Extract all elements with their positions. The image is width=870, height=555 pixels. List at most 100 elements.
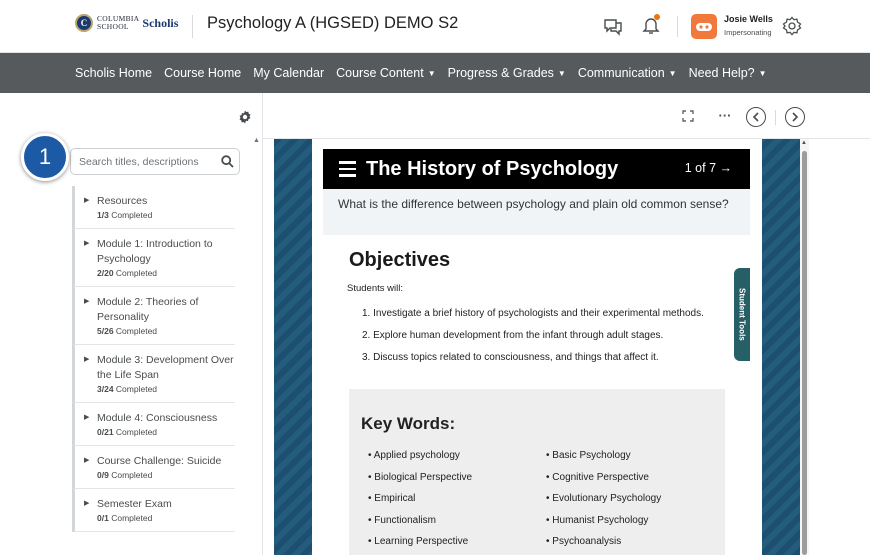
document-viewer: The History of Psychology 1 of 7 → What … [274, 139, 809, 555]
user-name[interactable]: Josie Wells [724, 14, 773, 24]
key-word: • Psychoanalysis [546, 536, 622, 547]
school-logo[interactable]: C COLUMBIA SCHOOL Scholis [75, 14, 178, 32]
module-item[interactable]: ▶ Module 4: Consciousness 0/21 Completed [72, 403, 235, 446]
menu-icon[interactable] [339, 161, 356, 177]
key-words-left-column: • Applied psychology • Biological Perspe… [368, 449, 472, 555]
chevron-down-icon: ▼ [427, 68, 436, 78]
chevron-down-icon: ▼ [758, 68, 767, 78]
module-item[interactable]: ▶ Module 3: Development Over the Life Sp… [72, 345, 235, 403]
school-name-line2: SCHOOL [97, 22, 129, 31]
expand-arrow-icon[interactable]: ▶ [84, 456, 89, 464]
nav-course-home[interactable]: Course Home [164, 66, 241, 80]
document-title-bar: The History of Psychology 1 of 7 → [323, 149, 750, 189]
module-item[interactable]: ▶ Resources 1/3 Completed [72, 186, 235, 229]
nav-my-calendar[interactable]: My Calendar [253, 66, 324, 80]
bell-icon[interactable] [640, 14, 662, 36]
chevron-down-icon: ▼ [668, 68, 677, 78]
module-title[interactable]: Module 3: Development Over the Life Span [85, 353, 235, 383]
step-callout-badge: 1 [21, 133, 69, 181]
module-item[interactable]: ▶ Module 2: Theories of Personality 5/26… [72, 287, 235, 345]
gear-icon[interactable] [781, 15, 803, 37]
scholis-wordmark: Scholis [142, 15, 179, 30]
search-input[interactable]: Search titles, descriptions [70, 148, 240, 175]
student-tools-label: Student Tools [737, 288, 747, 341]
header-divider [677, 16, 678, 37]
module-progress: 0/9 Completed [97, 470, 153, 480]
expand-arrow-icon[interactable]: ▶ [84, 413, 89, 421]
module-title[interactable]: Module 2: Theories of Personality [85, 295, 235, 325]
key-word: • Learning Perspective [368, 536, 469, 547]
essential-question: What is the difference between psycholog… [323, 189, 750, 235]
module-item[interactable]: ▶ Module 1: Introduction to Psychology 2… [72, 229, 235, 287]
content-sidebar: ▲ Search titles, descriptions 1 ▶ Resour… [0, 93, 263, 555]
chat-icon[interactable] [602, 16, 624, 38]
objectives-list: 1. Investigate a brief history of psycho… [362, 307, 704, 373]
fullscreen-icon[interactable] [677, 105, 699, 127]
expand-arrow-icon[interactable]: ▶ [84, 499, 89, 507]
key-words-heading: Key Words: [361, 414, 456, 433]
key-words-right-column: • Basic Psychology • Cognitive Perspecti… [546, 449, 661, 555]
objectives-heading: Objectives [349, 249, 451, 271]
previous-icon[interactable] [746, 107, 766, 127]
next-icon[interactable] [785, 107, 805, 127]
document-page: The History of Psychology 1 of 7 → What … [312, 139, 762, 555]
module-progress: 5/26 Completed [97, 326, 158, 336]
nav-scholis-home[interactable]: Scholis Home [75, 66, 152, 80]
student-tools-tab[interactable]: Student Tools [734, 268, 750, 361]
notification-dot [654, 14, 660, 20]
module-title[interactable]: Resources [85, 194, 235, 209]
search-placeholder[interactable]: Search titles, descriptions [71, 156, 215, 168]
school-name: COLUMBIA SCHOOL [97, 15, 139, 31]
expand-arrow-icon[interactable]: ▶ [84, 355, 89, 363]
chevron-down-icon: ▼ [557, 68, 566, 78]
course-title[interactable]: Psychology A (HGSED) DEMO S2 [207, 14, 458, 33]
expand-arrow-icon[interactable]: ▶ [84, 239, 89, 247]
search-icon[interactable] [215, 149, 239, 174]
key-word: • Functionalism [368, 514, 436, 526]
viewer-scrollbar[interactable]: ▲ [800, 139, 809, 555]
objective-item: 3. Discuss topics related to consciousne… [362, 352, 659, 363]
nav-communication[interactable]: Communication ▼ [578, 66, 677, 80]
header-divider [192, 15, 193, 38]
nav-course-content[interactable]: Course Content ▼ [336, 66, 435, 80]
module-title[interactable]: Semester Exam [85, 497, 235, 512]
user-avatar-icon[interactable] [691, 14, 717, 39]
key-word: • Biological Perspective [368, 471, 473, 483]
objective-item: 1. Investigate a brief history of psycho… [362, 308, 704, 319]
document-title: The History of Psychology [366, 157, 619, 180]
scroll-up-icon[interactable]: ▲ [801, 140, 807, 146]
expand-arrow-icon[interactable]: ▶ [84, 196, 89, 204]
module-progress: 0/21 Completed [97, 427, 158, 437]
module-progress: 0/1 Completed [97, 513, 153, 523]
module-item[interactable]: ▶ Semester Exam 0/1 Completed [72, 489, 235, 532]
toolbar-divider [775, 110, 776, 125]
module-progress: 1/3 Completed [97, 210, 153, 220]
scroll-up-icon[interactable]: ▲ [253, 137, 260, 144]
key-word: • Evolutionary Psychology [546, 493, 662, 504]
module-list: ▶ Resources 1/3 Completed ▶ Module 1: In… [72, 186, 235, 532]
viewer-toolbar: ··· [263, 93, 870, 139]
user-status: Impersonating [724, 28, 772, 37]
scrollbar-thumb[interactable] [802, 151, 807, 555]
settings-gear-icon[interactable] [238, 110, 252, 124]
nav-progress-grades[interactable]: Progress & Grades ▼ [448, 66, 566, 80]
expand-arrow-icon[interactable]: ▶ [84, 297, 89, 305]
course-navbar: Scholis Home Course Home My Calendar Cou… [0, 53, 870, 93]
page-counter[interactable]: 1 of 7 → [685, 161, 732, 175]
module-progress: 2/20 Completed [97, 268, 158, 278]
module-title[interactable]: Module 1: Introduction to Psychology [85, 237, 235, 267]
nav-need-help[interactable]: Need Help? ▼ [689, 66, 767, 80]
key-word: • Applied psychology [368, 450, 460, 461]
more-options-icon[interactable]: ··· [714, 104, 736, 126]
school-seal-icon: C [75, 14, 93, 32]
module-progress: 3/24 Completed [97, 384, 158, 394]
key-words-box: Key Words: • Applied psychology • Biolog… [349, 389, 725, 555]
module-title[interactable]: Course Challenge: Suicide [85, 454, 235, 469]
objective-item: 2. Explore human development from the in… [362, 330, 664, 341]
module-item[interactable]: ▶ Course Challenge: Suicide 0/9 Complete… [72, 446, 235, 489]
top-header: C COLUMBIA SCHOOL Scholis Psychology A (… [0, 0, 870, 53]
key-word: • Cognitive Perspective [546, 471, 649, 483]
key-word: • Basic Psychology [546, 450, 631, 461]
module-title[interactable]: Module 4: Consciousness [85, 411, 235, 426]
students-will-label: Students will: [347, 283, 403, 294]
